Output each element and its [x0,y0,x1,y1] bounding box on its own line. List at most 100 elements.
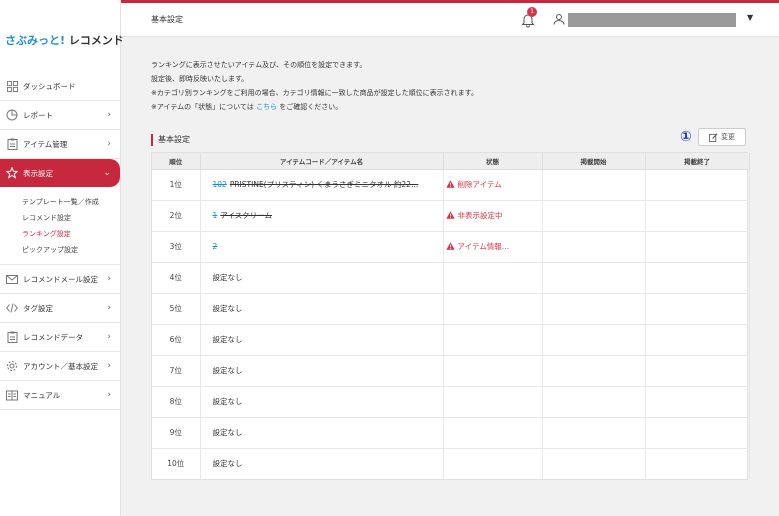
chevron-down-icon: ⌄ [103,168,111,178]
sidebar-item-display-settings[interactable]: 表示設定 ⌄ [0,159,120,187]
rank-cell: 9位 [152,417,201,449]
item-cell: 設定なし [200,386,444,418]
submenu-item-template-list[interactable]: テンプレート一覧／作成 [22,194,120,210]
sidebar-item-label: レコメンドメール設定 [23,274,98,284]
item-cell: 102 PRISTINE(プリスティン) くまうさぎミニタオル 約22… [200,169,444,201]
warning-icon [445,180,455,188]
sidebar-item-label: タグ設定 [23,303,53,313]
description-text: をご確認ください。 [279,103,343,111]
item-cell: 設定なし [200,355,444,387]
status-text: アイテム情報… [457,242,510,251]
chevron-right-icon: › [107,390,111,400]
top-header: 基本設定 1 ▼ [121,3,779,37]
item-code-link[interactable]: 2 [213,242,218,251]
annotation-marker: ① [680,129,692,145]
rank-cell: 7位 [152,355,201,387]
sidebar: さぶみっと! レコメンド ダッシュボード レポート › アイテム管理 › 表示設… [0,0,124,516]
sidebar-item-label: レコメンドデータ [23,332,83,342]
sidebar-item-label: レポート [23,110,53,120]
ranking-table: 順位 アイテムコード／アイテム名 状態 掲載開始 掲載終了 1位 102 PRIS… [151,152,750,480]
submenu-item-pickup-settings[interactable]: ピックアップ設定 [22,242,120,258]
column-header-item: アイテムコード／アイテム名 [200,153,444,170]
table-row: 10位 設定なし [152,448,750,479]
user-icon [553,14,565,25]
document-icon [5,330,19,344]
end-date-cell [645,231,750,263]
status-text: 非表示設定中 [457,211,503,220]
user-account-name[interactable] [568,13,736,27]
item-cell: 設定なし [200,448,444,479]
sidebar-item-recommend-data[interactable]: レコメンドデータ › [0,323,120,352]
status-cell: 非表示設定中 [443,200,543,232]
column-header-rank: 順位 [152,153,201,170]
description-line: ランキングに表示させたいアイテム及び、その順位を設定できます。 [151,61,367,69]
rank-cell: 8位 [152,386,201,418]
item-code-link[interactable]: 1 [213,211,218,220]
start-date-cell [542,386,646,418]
app-logo[interactable]: さぶみっと! レコメンド [5,32,124,48]
item-cell: 設定なし [200,293,444,325]
start-date-cell [542,293,646,325]
status-help-link[interactable]: こちら [256,103,277,111]
item-code-link[interactable]: 102 [213,180,227,189]
sidebar-item-report[interactable]: レポート › [0,101,120,130]
sidebar-item-recommend-mail[interactable]: レコメンドメール設定 › [0,265,120,294]
column-header-status: 状態 [443,153,543,170]
change-button[interactable]: 変更 [698,128,746,146]
start-date-cell [542,169,646,201]
table-row: 1位 102 PRISTINE(プリスティン) くまうさぎミニタオル 約22… 削… [152,169,750,201]
rank-cell: 5位 [152,293,201,325]
table-header-row: 順位 アイテムコード／アイテム名 状態 掲載開始 掲載終了 [152,153,750,170]
sidebar-item-tag-settings[interactable]: タグ設定 › [0,294,120,323]
caret-down-icon[interactable]: ▼ [747,13,753,22]
table-row: 2位 1 アイスクリーム 非表示設定中 [152,200,750,232]
status-cell [443,355,543,387]
status-cell [443,417,543,449]
chevron-right-icon: › [107,139,111,149]
end-date-cell [645,169,750,201]
status-cell: アイテム情報… [443,231,543,263]
pie-chart-icon [5,108,19,122]
end-date-cell [645,324,750,356]
sidebar-item-manual[interactable]: マニュアル › [0,381,120,410]
mail-icon [5,272,19,286]
submenu-item-ranking-settings[interactable]: ランキング設定 [22,226,120,242]
sidebar-item-account-settings[interactable]: アカウント／基本設定 › [0,352,120,381]
sidebar-item-label: マニュアル [23,390,61,400]
chevron-right-icon: › [107,274,111,284]
table-row: 4位 設定なし [152,262,750,294]
end-date-cell [645,417,750,449]
description-line: ※アイテムの「状態」については こちら をご確認ください。 [151,100,478,114]
item-cell: 設定なし [200,262,444,294]
warning-icon [445,242,455,250]
sidebar-nav: ダッシュボード レポート › アイテム管理 › 表示設定 ⌄ テンプレート一覧／… [0,72,120,410]
item-cell: 設定なし [200,324,444,356]
chevron-right-icon: › [107,332,111,342]
end-date-cell [645,386,750,418]
sidebar-item-label: ダッシュボード [23,81,76,91]
start-date-cell [542,200,646,232]
logo-text-main: さぶみっと! [5,34,66,47]
description-text: ※アイテムの「状態」については [151,103,254,111]
status-cell [443,293,543,325]
sidebar-item-dashboard[interactable]: ダッシュボード [0,72,120,101]
submenu-item-recommend-settings[interactable]: レコメンド設定 [22,210,120,226]
item-name: PRISTINE(プリスティン) くまうさぎミニタオル 約22… [229,180,419,189]
item-cell: 2 [200,231,444,263]
code-icon [5,301,19,315]
chevron-right-icon: › [107,303,111,313]
table-row: 7位 設定なし [152,355,750,387]
sidebar-item-items[interactable]: アイテム管理 › [0,130,120,159]
start-date-cell [542,355,646,387]
star-icon [5,166,19,180]
page-description: ランキングに表示させたいアイテム及び、その順位を設定できます。 設定後、即時反映… [151,58,478,114]
sidebar-item-label: アイテム管理 [23,139,68,149]
start-date-cell [542,448,646,479]
status-cell [443,324,543,356]
table-row: 5位 設定なし [152,293,750,325]
gear-icon [5,359,19,373]
rank-cell: 4位 [152,262,201,294]
table-row: 8位 設定なし [152,386,750,418]
chevron-right-icon: › [107,110,111,120]
rank-cell: 3位 [152,231,201,263]
